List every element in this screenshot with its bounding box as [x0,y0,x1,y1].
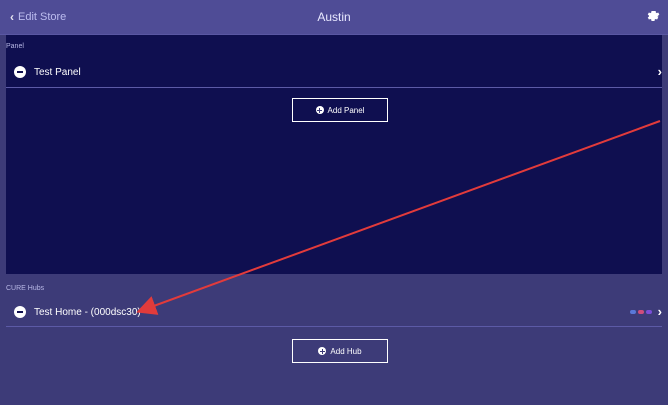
top-bar: ‹ Edit Store Austin [0,0,668,35]
plus-circle-icon [315,106,324,114]
hub-row-test-home[interactable]: Test Home - (000dsc30) › [6,298,662,326]
add-panel-label: Add Panel [327,105,365,115]
add-panel-button[interactable]: Add Panel [292,98,388,122]
chevron-right-icon: › [657,304,662,319]
hubs-section-label: CURE Hubs [6,285,45,292]
remove-hub-icon[interactable] [14,306,26,318]
add-hub-label: Add Hub [330,346,362,356]
panel-divider [6,87,662,88]
add-hub-button[interactable]: Add Hub [292,339,388,363]
remove-panel-icon[interactable] [14,66,26,78]
hub-label: Test Home - (000dsc30) [34,306,141,318]
panel-row-test-panel[interactable]: Test Panel › [6,58,662,86]
hub-divider [6,326,662,327]
plus-circle-icon [318,347,327,355]
chevron-right-icon: › [657,64,662,79]
page-title: Austin [317,10,351,24]
panels-section-label: Panel [6,43,24,50]
gear-icon[interactable] [646,9,660,23]
panel-label: Test Panel [34,66,81,78]
